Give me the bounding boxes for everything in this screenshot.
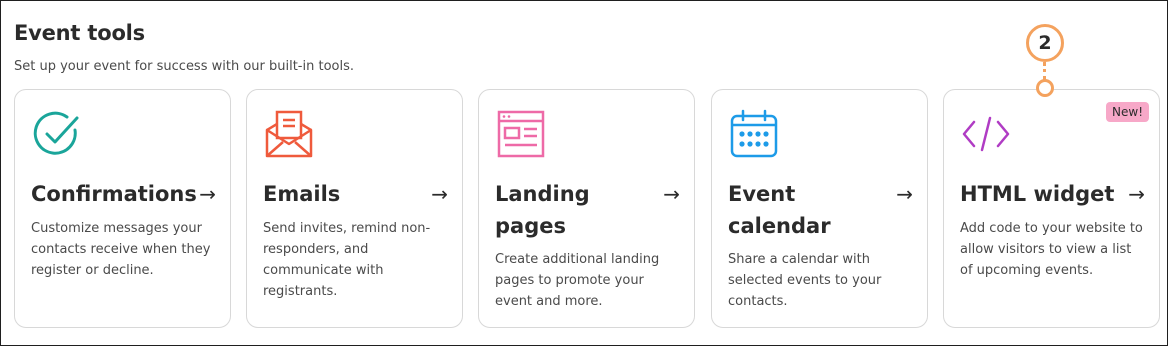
callout-connector (1043, 62, 1046, 80)
envelope-icon (263, 108, 315, 160)
card-description: Add code to your website to allow visito… (960, 221, 1143, 278)
callout-target-dot (1036, 79, 1054, 97)
card-emails[interactable]: Emails → Send invites, remind non-respon… (246, 89, 463, 328)
callout-number: 2 (1026, 24, 1064, 62)
card-description: Create additional landing pages to promo… (495, 252, 660, 309)
arrow-right-icon[interactable]: → (896, 182, 913, 206)
arrow-right-icon[interactable]: → (663, 182, 680, 206)
card-html-widget[interactable]: New! HTML widget → Add code to your webs… (943, 89, 1160, 328)
arrow-right-icon[interactable]: → (199, 182, 216, 206)
new-badge: New! (1106, 102, 1149, 122)
card-title: Emails (263, 182, 341, 206)
webpage-icon (495, 108, 547, 160)
card-event-calendar[interactable]: Event calendar → Share a calendar with s… (711, 89, 928, 328)
section-subtitle: Set up your event for success with our b… (14, 59, 355, 74)
section-title: Event tools (14, 21, 145, 45)
card-title: Confirmations (31, 182, 197, 206)
check-circle-icon (31, 108, 83, 160)
card-confirmations[interactable]: Confirmations → Customize messages your … (14, 89, 231, 328)
card-description: Send invites, remind non-responders, and… (263, 221, 431, 299)
card-title: HTML widget (960, 182, 1115, 206)
arrow-right-icon[interactable]: → (1128, 182, 1145, 206)
calendar-icon (728, 108, 780, 160)
event-tools-panel: Event tools Set up your event for succes… (0, 0, 1168, 346)
card-landing-pages[interactable]: Landing pages → Create additional landin… (478, 89, 695, 328)
card-description: Share a calendar with selected events to… (728, 252, 882, 309)
code-icon (960, 108, 1012, 160)
arrow-right-icon[interactable]: → (431, 182, 448, 206)
card-title: Landing pages (495, 182, 590, 238)
card-title: Event calendar (728, 182, 831, 238)
card-description: Customize messages your contacts receive… (31, 221, 211, 278)
